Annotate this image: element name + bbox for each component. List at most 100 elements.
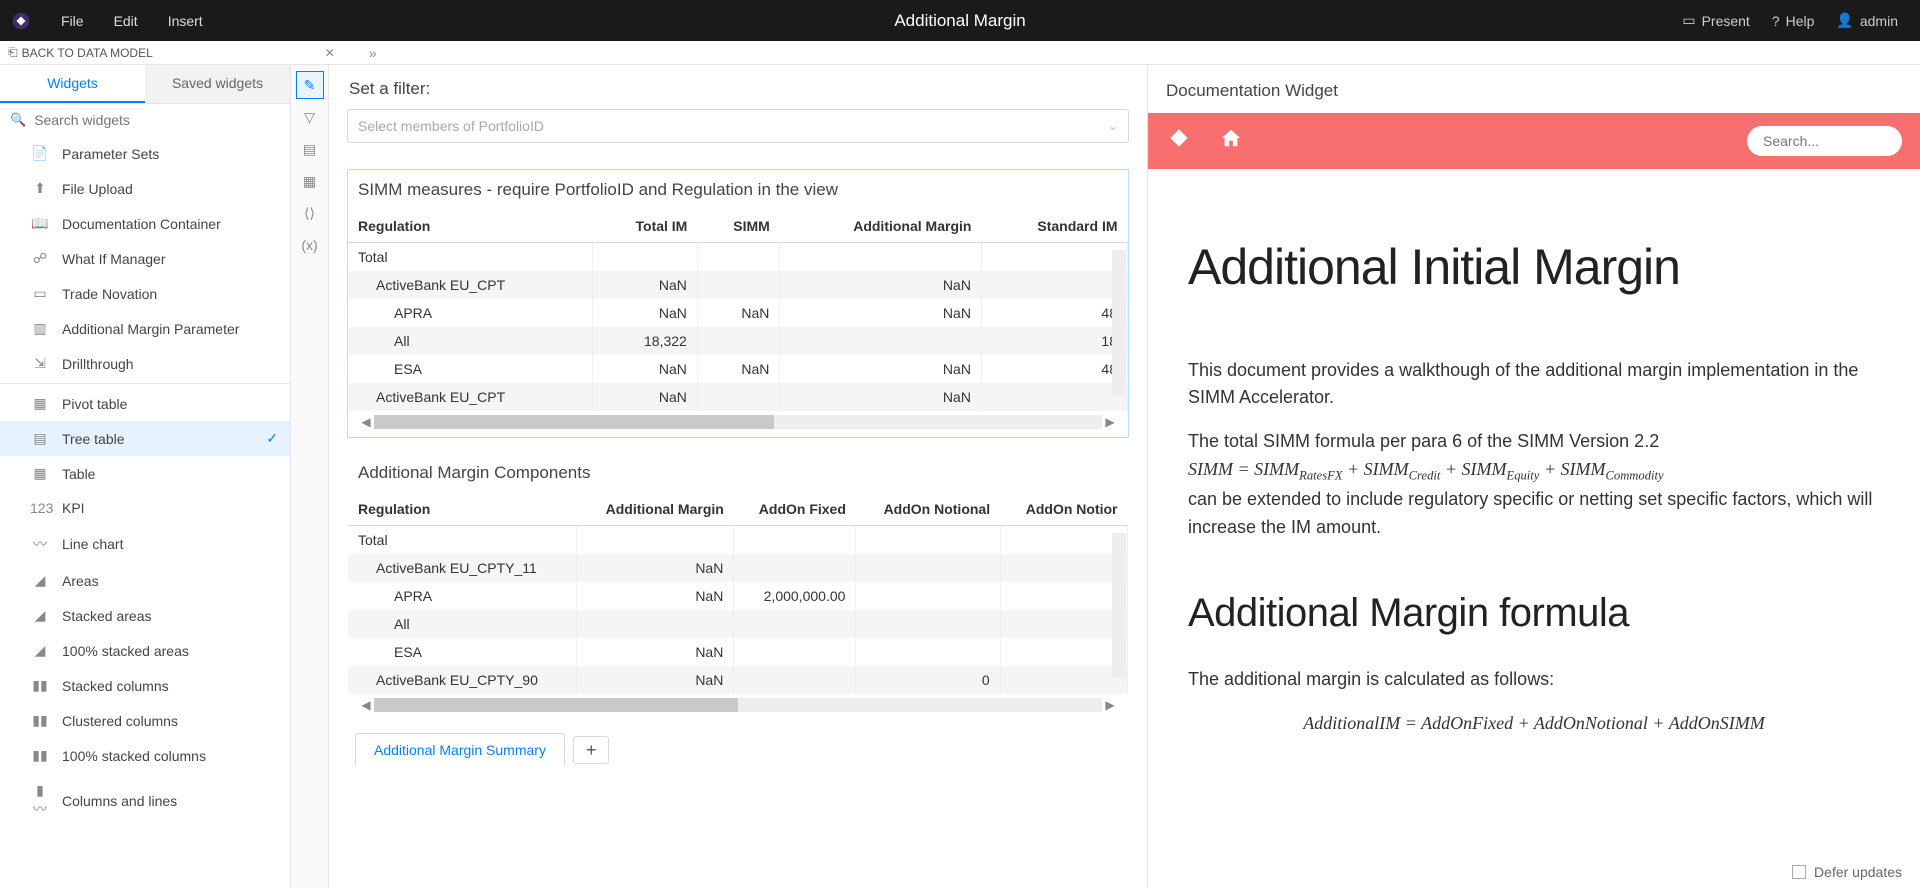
sidebar-item[interactable]: ◢Stacked areas <box>0 598 290 633</box>
sidebar-item[interactable]: ▮▮100% stacked columns <box>0 738 290 773</box>
present-button[interactable]: ▭ Present <box>1682 12 1749 29</box>
defer-updates[interactable]: Defer updates <box>1792 864 1902 880</box>
tab-widgets[interactable]: Widgets <box>0 65 145 103</box>
cell[interactable]: 0 <box>856 666 1000 694</box>
cell[interactable]: 2,000,000.00 <box>734 582 856 610</box>
scroll-right-icon-2[interactable]: ▶ <box>1102 698 1118 712</box>
tool-edit-icon[interactable]: ✎ <box>296 71 324 99</box>
column-header[interactable]: AddOn Fixed <box>734 493 856 526</box>
app-logo[interactable] <box>0 0 41 41</box>
cell[interactable] <box>697 327 780 355</box>
user-menu[interactable]: 👤 admin <box>1836 12 1898 29</box>
filter-select[interactable]: Select members of PortfolioID ⌄ <box>347 109 1129 143</box>
search-widgets-input[interactable] <box>34 112 280 128</box>
row-label[interactable]: ActiveBank EU_CPT <box>348 271 593 299</box>
sidebar-item[interactable]: ▦Table <box>0 456 290 491</box>
simm-table[interactable]: RegulationTotal IMSIMMAdditional MarginS… <box>348 210 1128 411</box>
menu-file[interactable]: File <box>61 13 84 29</box>
cell[interactable] <box>856 554 1000 582</box>
tool-grid-icon[interactable]: ▦ <box>296 167 324 195</box>
sidebar-item[interactable]: 〰Line chart <box>0 525 290 563</box>
close-panel-icon[interactable]: ✕ <box>325 46 347 60</box>
cell[interactable]: NaN <box>697 299 780 327</box>
tool-filter-icon[interactable]: ▽ <box>296 103 324 131</box>
scroll-left-icon[interactable]: ◀ <box>358 415 374 429</box>
cell[interactable]: 18 <box>981 327 1127 355</box>
row-label[interactable]: APRA <box>348 299 593 327</box>
help-button[interactable]: ? Help <box>1772 13 1815 29</box>
cell[interactable]: NaN <box>576 666 734 694</box>
cell[interactable]: NaN <box>593 299 698 327</box>
menu-edit[interactable]: Edit <box>114 13 138 29</box>
row-label[interactable]: ESA <box>348 638 576 666</box>
vertical-scrollbar-2[interactable] <box>1112 533 1126 678</box>
menu-insert[interactable]: Insert <box>168 13 203 29</box>
doc-home-icon[interactable] <box>1220 127 1242 155</box>
cell[interactable] <box>734 526 856 555</box>
column-header[interactable]: Additional Margin <box>780 210 982 243</box>
row-label[interactable]: All <box>348 327 593 355</box>
sidebar-item[interactable]: ☍What If Manager <box>0 241 290 276</box>
scroll-left-icon-2[interactable]: ◀ <box>358 698 374 712</box>
scroll-right-icon[interactable]: ▶ <box>1102 415 1118 429</box>
tab-saved-widgets[interactable]: Saved widgets <box>145 65 290 103</box>
cell[interactable] <box>697 271 780 299</box>
doc-logo-icon[interactable] <box>1166 125 1192 157</box>
doc-search-input[interactable] <box>1747 126 1902 156</box>
column-header[interactable]: Total IM <box>593 210 698 243</box>
cell[interactable]: NaN <box>780 355 982 383</box>
cell[interactable] <box>1000 554 1127 582</box>
tab-additional-margin-summary[interactable]: Additional Margin Summary <box>355 733 565 766</box>
cell[interactable] <box>981 383 1127 411</box>
cell[interactable]: NaN <box>780 299 982 327</box>
sidebar-item[interactable]: 📄Parameter Sets <box>0 136 290 171</box>
column-header[interactable]: Regulation <box>348 493 576 526</box>
tool-variable-icon[interactable]: (x) <box>296 231 324 259</box>
cell[interactable] <box>734 666 856 694</box>
cell[interactable] <box>734 638 856 666</box>
row-label[interactable]: ESA <box>348 355 593 383</box>
sidebar-item[interactable]: ▮▮Stacked columns <box>0 668 290 703</box>
cell[interactable] <box>1000 582 1127 610</box>
sidebar-item[interactable]: ▥Additional Margin Parameter <box>0 311 290 346</box>
cell[interactable] <box>981 271 1127 299</box>
column-header[interactable]: AddOn Notior <box>1000 493 1127 526</box>
cell[interactable]: NaN <box>593 355 698 383</box>
row-label[interactable]: ActiveBank EU_CPTY_11 <box>348 554 576 582</box>
cell[interactable] <box>981 243 1127 272</box>
cell[interactable] <box>780 327 982 355</box>
sidebar-item[interactable]: ◢100% stacked areas <box>0 633 290 668</box>
vertical-scrollbar[interactable] <box>1112 250 1126 395</box>
cell[interactable] <box>734 610 856 638</box>
column-header[interactable]: Regulation <box>348 210 593 243</box>
sidebar-item[interactable]: ◢Areas <box>0 563 290 598</box>
cell[interactable]: NaN <box>593 271 698 299</box>
cell[interactable] <box>1000 638 1127 666</box>
cell[interactable] <box>780 243 982 272</box>
cell[interactable]: 48 <box>981 299 1127 327</box>
sidebar-item[interactable]: 123KPI <box>0 491 290 525</box>
cell[interactable] <box>593 243 698 272</box>
cell[interactable]: NaN <box>697 355 780 383</box>
cell[interactable]: 48 <box>981 355 1127 383</box>
cell[interactable]: 18,322 <box>593 327 698 355</box>
column-header[interactable]: AddOn Notional <box>856 493 1000 526</box>
cell[interactable] <box>1000 526 1127 555</box>
cell[interactable]: NaN <box>576 554 734 582</box>
row-label[interactable]: ActiveBank EU_CPT <box>348 383 593 411</box>
cell[interactable]: NaN <box>576 638 734 666</box>
row-label[interactable]: All <box>348 610 576 638</box>
expand-panel-icon[interactable]: » <box>369 45 377 61</box>
back-to-data-model[interactable]: ⎗ BACK TO DATA MODEL <box>0 45 153 60</box>
sidebar-item[interactable]: 📖Documentation Container <box>0 206 290 241</box>
sidebar-item[interactable]: ⇲Drillthrough <box>0 346 290 381</box>
sidebar-item[interactable]: ▮〰Columns and lines <box>0 773 290 828</box>
cell[interactable] <box>697 383 780 411</box>
cell[interactable]: NaN <box>593 383 698 411</box>
tool-brackets-icon[interactable]: ⟨⟩ <box>296 199 324 227</box>
horizontal-scrollbar-1[interactable]: ◀ ▶ <box>358 415 1118 429</box>
row-label[interactable]: APRA <box>348 582 576 610</box>
cell[interactable] <box>856 526 1000 555</box>
cell[interactable]: NaN <box>780 383 982 411</box>
sidebar-item[interactable]: ▦Pivot table <box>0 386 290 421</box>
